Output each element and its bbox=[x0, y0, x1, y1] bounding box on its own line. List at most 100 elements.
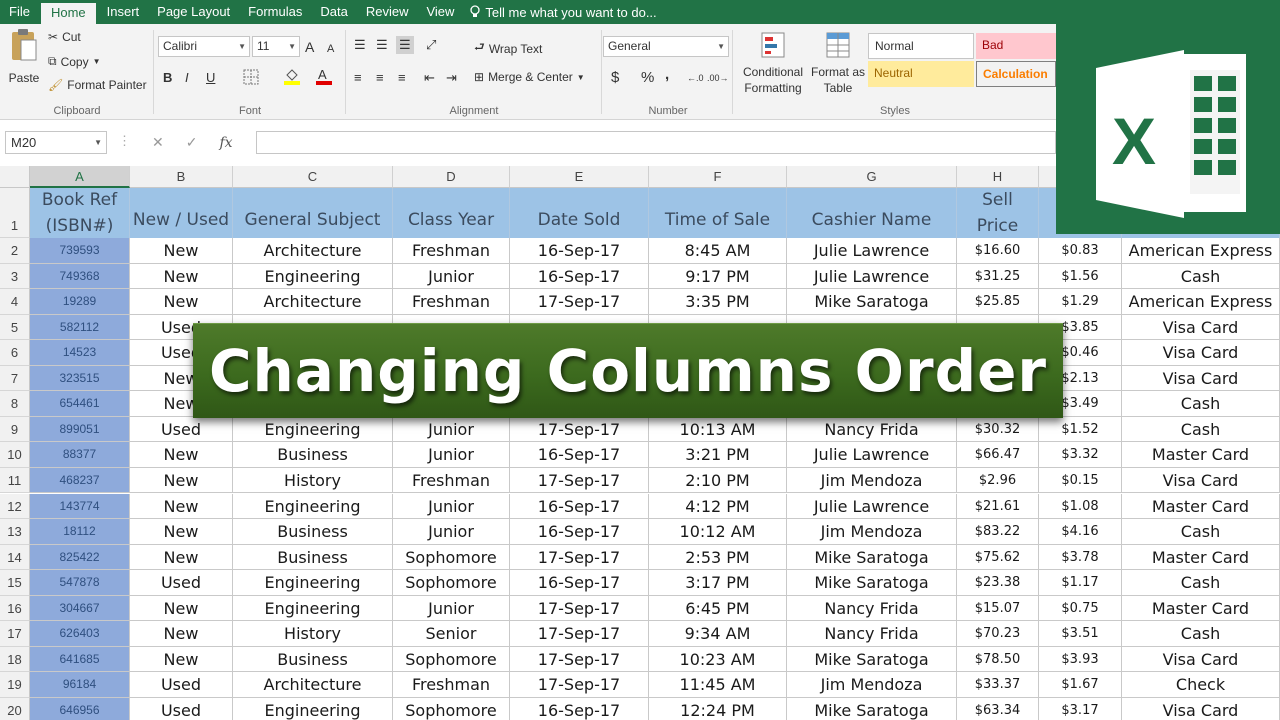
table-cell[interactable]: Master Card bbox=[1122, 493, 1280, 520]
table-cell[interactable]: 3:17 PM bbox=[649, 570, 787, 596]
column-header-a[interactable]: A bbox=[30, 166, 130, 188]
table-cell[interactable]: 17-Sep-17 bbox=[510, 289, 649, 315]
table-cell[interactable]: New bbox=[130, 621, 233, 647]
row-header[interactable]: 12 bbox=[0, 493, 30, 520]
table-cell[interactable]: Master Card bbox=[1122, 544, 1280, 571]
table-cell[interactable]: $0.83 bbox=[1039, 238, 1122, 264]
table-cell[interactable]: American Express bbox=[1122, 289, 1280, 315]
table-cell[interactable]: $33.37 bbox=[957, 672, 1039, 698]
table-cell[interactable]: 646956 bbox=[30, 697, 130, 720]
select-all-corner[interactable] bbox=[0, 166, 30, 188]
style-calculation[interactable]: Calculation bbox=[976, 61, 1056, 87]
comma-button[interactable]: , bbox=[665, 66, 669, 84]
tab-file[interactable]: File bbox=[0, 0, 39, 24]
number-format-select[interactable]: General ▼ bbox=[603, 36, 729, 57]
table-cell[interactable]: 16-Sep-17 bbox=[510, 238, 649, 264]
fill-color-button[interactable] bbox=[283, 67, 301, 90]
row-header[interactable]: 10 bbox=[0, 442, 30, 468]
table-cell[interactable]: Cash bbox=[1122, 519, 1280, 545]
column-header-b[interactable]: B bbox=[130, 166, 233, 188]
row-header[interactable]: 2 bbox=[0, 238, 30, 264]
table-cell[interactable]: Junior bbox=[393, 493, 510, 520]
row-header[interactable]: 4 bbox=[0, 289, 30, 315]
table-cell[interactable]: 6:45 PM bbox=[649, 595, 787, 622]
row-header[interactable]: 5 bbox=[0, 314, 30, 341]
table-cell[interactable]: Nancy Frida bbox=[787, 621, 957, 647]
row-header[interactable]: 7 bbox=[0, 365, 30, 392]
table-cell[interactable]: 17-Sep-17 bbox=[510, 646, 649, 673]
table-cell[interactable]: 10:13 AM bbox=[649, 416, 787, 443]
table-cell[interactable]: Julie Lawrence bbox=[787, 263, 957, 290]
row-header[interactable]: 19 bbox=[0, 672, 30, 698]
row-header[interactable]: 18 bbox=[0, 646, 30, 673]
table-cell[interactable]: Engineering bbox=[233, 416, 393, 443]
table-cell[interactable]: New bbox=[130, 519, 233, 545]
table-cell[interactable]: Mike Saratoga bbox=[787, 570, 957, 596]
row-header[interactable]: 3 bbox=[0, 263, 30, 290]
header-cell[interactable]: Class Year bbox=[393, 188, 510, 238]
table-cell[interactable]: $83.22 bbox=[957, 519, 1039, 545]
table-cell[interactable]: Used bbox=[130, 416, 233, 443]
table-cell[interactable]: $63.34 bbox=[957, 697, 1039, 720]
table-cell[interactable]: 16-Sep-17 bbox=[510, 493, 649, 520]
row-header[interactable]: 17 bbox=[0, 621, 30, 647]
table-cell[interactable]: 17-Sep-17 bbox=[510, 621, 649, 647]
table-cell[interactable]: 825422 bbox=[30, 544, 130, 571]
table-cell[interactable]: 11:45 AM bbox=[649, 672, 787, 698]
format-as-table-button[interactable]: Format as Table bbox=[810, 30, 866, 96]
table-cell[interactable]: $21.61 bbox=[957, 493, 1039, 520]
table-cell[interactable]: $66.47 bbox=[957, 442, 1039, 468]
table-cell[interactable]: Senior bbox=[393, 621, 510, 647]
table-cell[interactable]: Julie Lawrence bbox=[787, 442, 957, 468]
table-cell[interactable]: Business bbox=[233, 544, 393, 571]
tell-me-box[interactable]: Tell me what you want to do... bbox=[469, 5, 657, 20]
row-header[interactable]: 16 bbox=[0, 595, 30, 622]
copy-dropdown-icon[interactable]: ▼ bbox=[93, 57, 101, 66]
table-cell[interactable]: Junior bbox=[393, 442, 510, 468]
table-cell[interactable]: 9:17 PM bbox=[649, 263, 787, 290]
drag-handle-icon[interactable]: ⋮ bbox=[118, 133, 131, 149]
table-cell[interactable]: 654461 bbox=[30, 391, 130, 417]
formula-input[interactable] bbox=[256, 131, 1056, 154]
column-header-c[interactable]: C bbox=[233, 166, 393, 188]
align-right-icon[interactable]: ≡ bbox=[398, 69, 406, 87]
table-cell[interactable]: History bbox=[233, 621, 393, 647]
row-header[interactable]: 1 bbox=[0, 188, 30, 238]
table-cell[interactable]: Jim Mendoza bbox=[787, 467, 957, 494]
grow-font-button[interactable]: A bbox=[305, 38, 314, 56]
table-cell[interactable]: $30.32 bbox=[957, 416, 1039, 443]
table-cell[interactable]: $1.17 bbox=[1039, 570, 1122, 596]
table-cell[interactable]: Master Card bbox=[1122, 442, 1280, 468]
table-cell[interactable]: 17-Sep-17 bbox=[510, 544, 649, 571]
table-cell[interactable]: $3.32 bbox=[1039, 442, 1122, 468]
table-cell[interactable]: 17-Sep-17 bbox=[510, 467, 649, 494]
style-bad[interactable]: Bad bbox=[976, 33, 1056, 59]
align-middle-icon[interactable]: ☰ bbox=[376, 36, 388, 54]
row-header[interactable]: 9 bbox=[0, 416, 30, 443]
table-cell[interactable]: Engineering bbox=[233, 493, 393, 520]
table-cell[interactable]: 547878 bbox=[30, 570, 130, 596]
table-cell[interactable]: Business bbox=[233, 442, 393, 468]
table-cell[interactable]: $23.38 bbox=[957, 570, 1039, 596]
tab-data[interactable]: Data bbox=[311, 0, 356, 24]
table-cell[interactable]: Mike Saratoga bbox=[787, 289, 957, 315]
decrease-indent-icon[interactable]: ⇤ bbox=[424, 69, 435, 87]
table-cell[interactable]: New bbox=[130, 493, 233, 520]
table-cell[interactable]: 14523 bbox=[30, 340, 130, 366]
table-cell[interactable]: Cash bbox=[1122, 263, 1280, 290]
style-normal[interactable]: Normal bbox=[868, 33, 974, 59]
table-cell[interactable]: Nancy Frida bbox=[787, 416, 957, 443]
table-cell[interactable]: Jim Mendoza bbox=[787, 519, 957, 545]
table-cell[interactable]: 641685 bbox=[30, 646, 130, 673]
table-cell[interactable]: 2:10 PM bbox=[649, 467, 787, 494]
column-header-e[interactable]: E bbox=[510, 166, 649, 188]
row-header[interactable]: 6 bbox=[0, 340, 30, 366]
table-cell[interactable]: Junior bbox=[393, 416, 510, 443]
font-size-select[interactable]: 11 ▼ bbox=[252, 36, 300, 57]
column-header-d[interactable]: D bbox=[393, 166, 510, 188]
cancel-icon[interactable]: ✕ bbox=[152, 134, 164, 151]
increase-decimal-icon[interactable]: ←.0 bbox=[687, 69, 704, 87]
table-cell[interactable]: $78.50 bbox=[957, 646, 1039, 673]
table-cell[interactable]: Freshman bbox=[393, 238, 510, 264]
table-cell[interactable]: $4.16 bbox=[1039, 519, 1122, 545]
